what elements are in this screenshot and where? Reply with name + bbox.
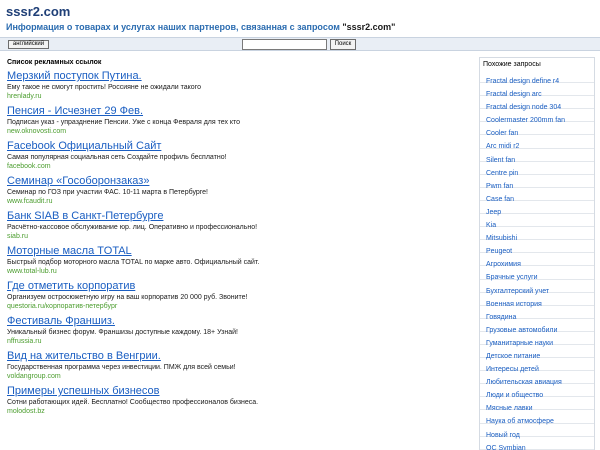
ad-title-link[interactable]: Facebook Официальный Сайт: [7, 140, 467, 153]
related-item: ОС Symbian: [480, 437, 594, 450]
related-item: Pwm fan: [480, 175, 594, 190]
ad-description: Государственная программа через инвестиц…: [7, 364, 236, 371]
subtitle-query: "sssr2.com": [342, 22, 396, 32]
ad-url[interactable]: voldangroup.com: [7, 372, 467, 381]
ad-description: Сотни работающих идей. Бесплатно! Сообще…: [7, 399, 259, 406]
ad-url[interactable]: siab.ru: [7, 232, 467, 241]
related-heading: Похожие запросы: [483, 61, 541, 68]
related-item: Fractal design node 304: [480, 96, 594, 111]
ad-description: Уникальный бизнес форум. Франшизы доступ…: [7, 329, 238, 336]
related-item: Case fan: [480, 188, 594, 203]
related-item: Интересы детей: [480, 358, 594, 373]
related-item: Мясные лавки: [480, 397, 594, 412]
related-item: Бухгалтерский учет: [480, 280, 594, 295]
ad-item: Мерзкий поступок Путина. Ему такое не смо…: [7, 70, 467, 105]
related-item: Грузовые автомобили: [480, 319, 594, 334]
ad-description: Быстрый подбор моторного масла TOTAL по …: [7, 259, 260, 266]
ad-item: Примеры успешных бизнесов Сотни работающи…: [7, 385, 467, 420]
ad-title-link[interactable]: Банк SIAB в Санкт-Петербурге: [7, 210, 467, 223]
ad-url[interactable]: www.total-lub.ru: [7, 267, 467, 276]
ad-url[interactable]: facebook.com: [7, 162, 467, 171]
ad-description: Ему такое не смогут простить! Россияне н…: [7, 84, 201, 91]
related-item: Coolermaster 200mm fan: [480, 109, 594, 124]
ad-url[interactable]: www.fcaudit.ru: [7, 197, 467, 206]
ad-title-link[interactable]: Примеры успешных бизнесов: [7, 385, 467, 398]
ad-item: Вид на жительство в Венгрии. Государствен…: [7, 350, 467, 385]
ad-title-link[interactable]: Моторные масла TOTAL: [7, 245, 467, 258]
ad-description: Подписан указ - упразднение Пенсии. Уже …: [7, 119, 241, 126]
related-item: Peugeot: [480, 240, 594, 255]
related-item: Агрохимия: [480, 253, 594, 268]
ad-item: Банк SIAB в Санкт-Петербурге Расчётно-кас…: [7, 210, 467, 245]
ad-title-link[interactable]: Пенсия - Исчезнет 29 Фев.: [7, 105, 467, 118]
ad-description: Организуем остросюжетную игру на ваш кор…: [7, 294, 248, 301]
ad-list: Список рекламных ссылок Мерзкий поступок…: [7, 58, 467, 420]
ad-item: Где отметить корпоратив Организуем острос…: [7, 280, 467, 315]
related-item: Mitsubishi: [480, 227, 594, 242]
search-bar: английский Поиск: [0, 37, 600, 51]
related-item: Arc midi r2: [480, 135, 594, 150]
related-list: Fractal design define r4 Fractal design a…: [480, 70, 594, 450]
related-item: Любительская авиация: [480, 371, 594, 386]
ad-list-heading: Список рекламных ссылок: [7, 59, 102, 66]
ad-description: Самая популярная социальная сеть Создайт…: [7, 154, 227, 161]
related-item: Гуманитарные науки: [480, 332, 594, 347]
related-searches: Похожие запросы Fractal design define r4…: [479, 57, 595, 450]
page-header: sssr2.com Информация о товарах и услугах…: [6, 4, 596, 33]
related-item: Fractal design arc: [480, 83, 594, 98]
related-item: Детское питание: [480, 345, 594, 360]
site-title[interactable]: sssr2.com: [6, 4, 596, 20]
ad-title-link[interactable]: Фестиваль Франшиз.: [7, 315, 467, 328]
ad-item: Фестиваль Франшиз. Уникальный бизнес фору…: [7, 315, 467, 350]
site-subtitle: Информация о товарах и услугах наших пар…: [6, 21, 596, 33]
ad-item: Семинар «Гособоронзаказ» Семинар по ГОЗ п…: [7, 175, 467, 210]
related-item: Jeep: [480, 201, 594, 216]
search-button[interactable]: Поиск: [330, 39, 356, 50]
language-button[interactable]: английский: [8, 40, 49, 49]
related-item: Наука об атмосфере: [480, 410, 594, 425]
related-item: Люди и общество: [480, 384, 594, 399]
ad-item: Моторные масла TOTAL Быстрый подбор мотор…: [7, 245, 467, 280]
ad-url[interactable]: new.oknovosti.com: [7, 127, 467, 136]
ad-description: Семинар по ГОЗ при участии ФАС. 10-11 ма…: [7, 189, 209, 196]
subtitle-text: Информация о товарах и услугах наших пар…: [6, 22, 343, 32]
ad-url[interactable]: questoria.ru/корпоратив-петербург: [7, 302, 467, 311]
ad-title-link[interactable]: Мерзкий поступок Путина.: [7, 70, 467, 83]
related-item: Silent fan: [480, 149, 594, 164]
ad-title-link[interactable]: Семинар «Гособоронзаказ»: [7, 175, 467, 188]
related-item: Centre pin: [480, 162, 594, 177]
ad-description: Расчётно-кассовое обслуживание юр. лиц. …: [7, 224, 258, 231]
ad-url[interactable]: nffrussia.ru: [7, 337, 467, 346]
search-input[interactable]: [242, 39, 327, 50]
related-item: Новый год: [480, 424, 594, 439]
ad-url[interactable]: hrenlady.ru: [7, 92, 467, 101]
ad-container: Мерзкий поступок Путина. Ему такое не смо…: [7, 70, 467, 420]
related-item: Военная история: [480, 293, 594, 308]
ad-url[interactable]: molodost.bz: [7, 407, 467, 416]
related-item: Fractal design define r4: [480, 70, 594, 85]
ad-title-link[interactable]: Вид на жительство в Венгрии.: [7, 350, 467, 363]
related-item: Cooler fan: [480, 122, 594, 137]
ad-item: Facebook Официальный Сайт Самая популярна…: [7, 140, 467, 175]
ad-item: Пенсия - Исчезнет 29 Фев. Подписан указ -…: [7, 105, 467, 140]
ad-title-link[interactable]: Где отметить корпоратив: [7, 280, 467, 293]
related-item: Брачные услуги: [480, 266, 594, 281]
